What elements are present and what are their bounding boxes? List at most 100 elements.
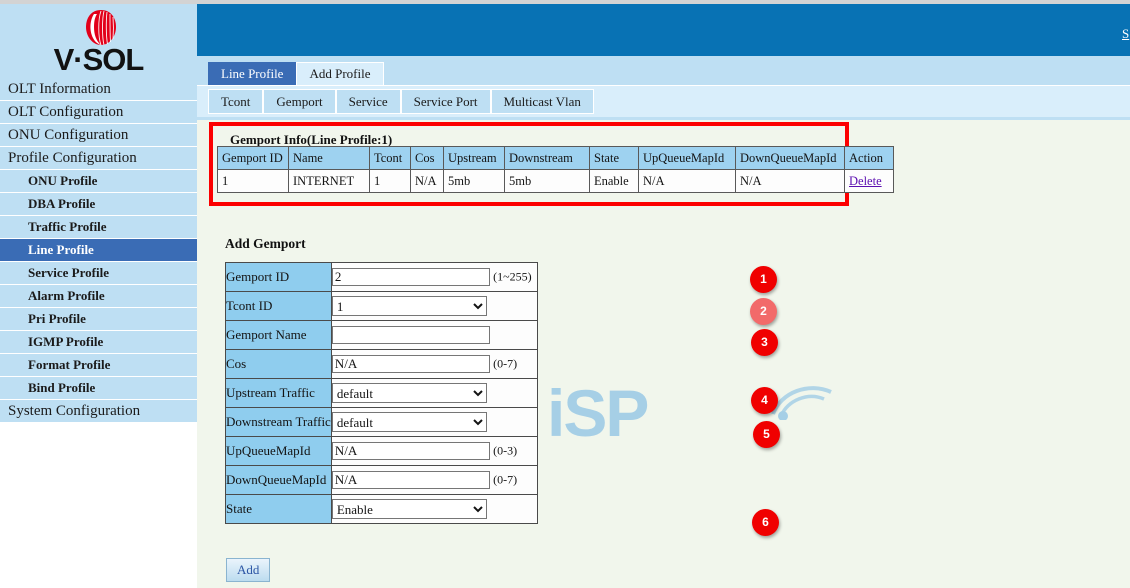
cell-cos: N/A bbox=[410, 169, 444, 193]
sidebar-item-label: OLT Information bbox=[8, 81, 111, 97]
sidebar-item-profile-configuration[interactable]: Profile Configuration bbox=[0, 147, 197, 170]
cell-upqueuemapid: N/A bbox=[638, 169, 736, 193]
sidebar-item-label: Format Profile bbox=[28, 357, 111, 372]
form-row-state: State Enable bbox=[225, 494, 538, 524]
col-upqueuemapid: UpQueueMapId bbox=[638, 146, 736, 170]
sidebar-item-traffic-profile[interactable]: Traffic Profile bbox=[0, 216, 197, 239]
sidebar-item-olt-information[interactable]: OLT Information bbox=[0, 78, 197, 101]
sidebar-nav: OLT Information OLT Configuration ONU Co… bbox=[0, 78, 197, 423]
subtab-label: Service Port bbox=[413, 94, 478, 109]
col-gemport-id: Gemport ID bbox=[217, 146, 289, 170]
label-upstream-traffic: Upstream Traffic bbox=[225, 378, 332, 408]
subtab-gemport[interactable]: Gemport bbox=[263, 89, 336, 114]
tab-line-profile[interactable]: Line Profile bbox=[208, 62, 297, 85]
form-row-downqueuemapid: DownQueueMapId (0-7) bbox=[225, 465, 538, 495]
cos-hint: (0-7) bbox=[493, 356, 518, 371]
form-row-gemport-id: Gemport ID (1~255) bbox=[225, 262, 538, 292]
gemport-name-input[interactable] bbox=[331, 326, 490, 344]
add-gemport-table: Gemport ID (1~255) Tcont ID 1 Gempo bbox=[225, 262, 538, 524]
cell-upstream: 5mb bbox=[443, 169, 505, 193]
sidebar-item-dba-profile[interactable]: DBA Profile bbox=[0, 193, 197, 216]
sidebar-item-label: Bind Profile bbox=[28, 380, 96, 395]
annotation-badge-2: 2 bbox=[750, 298, 777, 325]
sidebar-item-alarm-profile[interactable]: Alarm Profile bbox=[0, 285, 197, 308]
subtab-label: Gemport bbox=[276, 94, 323, 109]
upqueuemapid-hint: (0-3) bbox=[493, 443, 518, 458]
sidebar-item-label: DBA Profile bbox=[28, 196, 96, 211]
label-gemport-id: Gemport ID bbox=[225, 262, 332, 292]
subtab-label: Tcont bbox=[221, 94, 251, 109]
table-header-row: Gemport ID Name Tcont Cos Upstream Downs… bbox=[217, 146, 894, 170]
subtab-label: Multicast Vlan bbox=[503, 94, 581, 109]
state-select[interactable]: Enable bbox=[331, 499, 487, 519]
cell-state: Enable bbox=[589, 169, 639, 193]
annotation-badge-3: 3 bbox=[751, 329, 778, 356]
sidebar-item-label: ONU Profile bbox=[28, 173, 98, 188]
sidebar-item-olt-configuration[interactable]: OLT Configuration bbox=[0, 101, 197, 124]
sidebar-item-service-profile[interactable]: Service Profile bbox=[0, 262, 197, 285]
delete-link[interactable]: Delete bbox=[849, 174, 882, 188]
gemport-id-hint: (1~255) bbox=[493, 269, 532, 284]
form-row-upstream-traffic: Upstream Traffic default bbox=[225, 378, 538, 408]
sidebar-item-label: ONU Configuration bbox=[8, 127, 129, 143]
header-save-link[interactable]: S bbox=[1122, 26, 1130, 42]
watermark-wifi-arc-icon bbox=[769, 378, 849, 424]
sidebar-item-onu-profile[interactable]: ONU Profile bbox=[0, 170, 197, 193]
sidebar-item-line-profile[interactable]: Line Profile bbox=[0, 239, 197, 262]
form-row-downstream-traffic: Downstream Traffic default bbox=[225, 407, 538, 437]
watermark-text: iSP bbox=[547, 376, 649, 450]
sidebar-item-igmp-profile[interactable]: IGMP Profile bbox=[0, 331, 197, 354]
tab-label: Add Profile bbox=[309, 66, 371, 81]
col-downstream: Downstream bbox=[504, 146, 590, 170]
upstream-traffic-select[interactable]: default bbox=[331, 383, 487, 403]
content-area: on iSP Gemport Info(Line Profile:1) Gemp… bbox=[197, 120, 1130, 588]
label-cos: Cos bbox=[225, 349, 332, 379]
sidebar-item-label: Alarm Profile bbox=[28, 288, 105, 303]
gemport-info-table-wrap: Gemport ID Name Tcont Cos Upstream Downs… bbox=[217, 146, 894, 193]
cell-gemport-id: 1 bbox=[217, 169, 289, 193]
cell-name: INTERNET bbox=[288, 169, 370, 193]
app-root: V·SOL OLT Information OLT Configuration … bbox=[0, 0, 1130, 588]
tab-label: Line Profile bbox=[221, 66, 284, 81]
gemport-info-table: Gemport ID Name Tcont Cos Upstream Downs… bbox=[217, 146, 894, 193]
label-tcont-id: Tcont ID bbox=[225, 291, 332, 321]
subtab-service-port[interactable]: Service Port bbox=[400, 89, 491, 114]
subtab-label: Service bbox=[348, 94, 388, 109]
sidebar-item-label: Profile Configuration bbox=[8, 150, 137, 166]
primary-tabs: Line Profile Add Profile bbox=[208, 62, 384, 85]
secondary-tabs: Tcont Gemport Service Service Port Multi… bbox=[208, 89, 594, 114]
sidebar-item-system-configuration[interactable]: System Configuration bbox=[0, 400, 197, 423]
tcont-id-select[interactable]: 1 bbox=[331, 296, 487, 316]
sidebar-item-format-profile[interactable]: Format Profile bbox=[0, 354, 197, 377]
brand-logo: V·SOL bbox=[0, 4, 197, 78]
sidebar-item-label: Pri Profile bbox=[28, 311, 86, 326]
sidebar-item-label: Line Profile bbox=[28, 242, 94, 257]
form-row-cos: Cos (0-7) bbox=[225, 349, 538, 379]
tab-add-profile[interactable]: Add Profile bbox=[296, 62, 384, 85]
upqueuemapid-input[interactable] bbox=[331, 442, 490, 460]
annotation-badge-6: 6 bbox=[752, 509, 779, 536]
downqueuemapid-hint: (0-7) bbox=[493, 472, 518, 487]
form-row-tcont-id: Tcont ID 1 bbox=[225, 291, 538, 321]
add-button[interactable]: Add bbox=[226, 558, 271, 582]
gemport-id-input[interactable] bbox=[331, 268, 490, 286]
sidebar-item-pri-profile[interactable]: Pri Profile bbox=[0, 308, 197, 331]
subtab-multicast-vlan[interactable]: Multicast Vlan bbox=[490, 89, 594, 114]
label-downstream-traffic: Downstream Traffic bbox=[225, 407, 332, 437]
cos-input[interactable] bbox=[331, 355, 490, 373]
sidebar-item-onu-configuration[interactable]: ONU Configuration bbox=[0, 124, 197, 147]
header-bar: S bbox=[197, 4, 1130, 56]
add-gemport-form: Gemport ID (1~255) Tcont ID 1 Gempo bbox=[225, 262, 538, 582]
sidebar-item-bind-profile[interactable]: Bind Profile bbox=[0, 377, 197, 400]
annotation-badge-1: 1 bbox=[750, 266, 777, 293]
col-downqueuemapid: DownQueueMapId bbox=[735, 146, 845, 170]
subtab-tcont[interactable]: Tcont bbox=[208, 89, 264, 114]
subtab-service[interactable]: Service bbox=[335, 89, 401, 114]
downstream-traffic-select[interactable]: default bbox=[331, 412, 487, 432]
table-row: 1 INTERNET 1 N/A 5mb 5mb Enable N/A N/A … bbox=[217, 169, 894, 193]
form-row-gemport-name: Gemport Name bbox=[225, 320, 538, 350]
sidebar-item-label: Service Profile bbox=[28, 265, 109, 280]
col-action: Action bbox=[844, 146, 894, 170]
annotation-badge-5: 5 bbox=[753, 421, 780, 448]
downqueuemapid-input[interactable] bbox=[331, 471, 490, 489]
